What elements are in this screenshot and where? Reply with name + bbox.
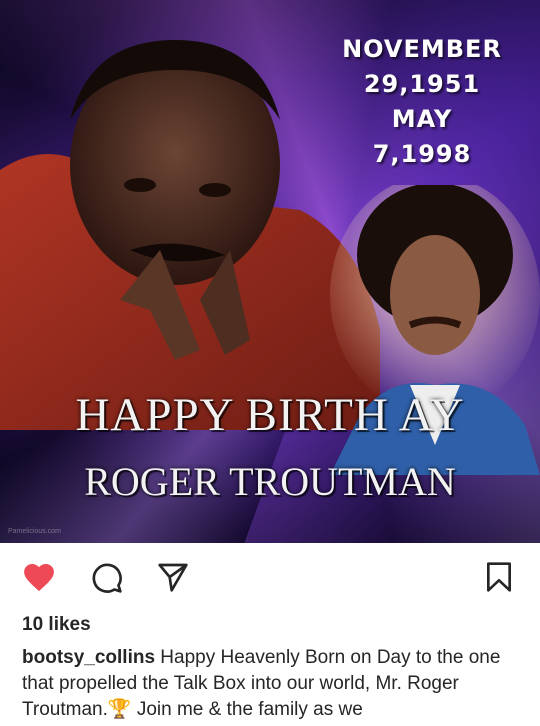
dates-text: NOVEMBER 29,1951 MAY 7,1998 [332,32,512,172]
caption-text-2: Join me & the family as we [131,699,363,720]
caption-username[interactable]: bootsy_collins [22,647,155,668]
send-icon [158,563,188,592]
heart-filled-icon [24,563,54,592]
comment-icon [92,563,122,593]
post-caption: bootsy_collins Happy Heavenly Born on Da… [22,645,522,723]
bookmark-icon [487,562,511,592]
post-image[interactable]: NOVEMBER 29,1951 MAY 7,1998 HAPPY BIRTH … [0,0,540,543]
comment-button[interactable] [90,561,124,595]
name-subheadline: ROGER TROUTMAN [84,459,456,504]
likes-count[interactable]: 10 likes [22,614,91,636]
happy-birthday-headline: HAPPY BIRTH AY [75,389,465,441]
watermark: Pamelicious.com [8,528,61,535]
date-line-3: MAY [391,105,453,133]
date-line-2: 29,1951 [363,70,481,98]
like-button[interactable] [22,560,56,594]
share-button[interactable] [156,560,190,594]
trophy-emoji: 🏆 [107,699,132,720]
date-line-4: 7,1998 [372,140,472,168]
date-line-1: NOVEMBER [342,35,502,63]
save-button[interactable] [482,560,516,594]
